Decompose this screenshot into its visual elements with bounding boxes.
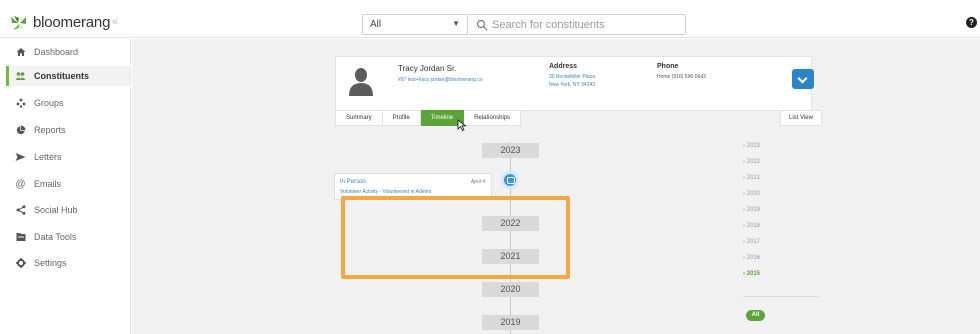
- send-icon: [15, 152, 26, 163]
- address-line-2[interactable]: New York, NY 34243: [549, 82, 595, 88]
- people-icon: [15, 71, 26, 82]
- avatar: [349, 68, 373, 96]
- sidebar-item-letters[interactable]: Letters: [6, 147, 130, 167]
- tab-profile[interactable]: Profile: [382, 110, 421, 126]
- share-icon: [15, 205, 26, 216]
- reports-icon: [15, 125, 26, 136]
- constituent-email[interactable]: #97 test+tracy.jordan@bloomerang.co: [398, 77, 483, 83]
- phone-number: Home (916) 596-0643: [657, 74, 706, 80]
- gear-icon: [15, 258, 26, 269]
- mouse-cursor-icon: [457, 119, 467, 131]
- address-label: Address: [549, 63, 578, 70]
- year-link-2022[interactable]: › 2022: [743, 159, 760, 165]
- timeline-year-2019: 2019: [482, 315, 539, 330]
- constituent-card: Tracy Jordan Sr. #97 test+tracy.jordan@b…: [335, 56, 814, 111]
- year-link-2018[interactable]: › 2018: [743, 223, 760, 229]
- sidebar-item-dashboard[interactable]: Dashboard: [6, 42, 130, 62]
- sidebar-item-social-hub[interactable]: Social Hub: [6, 200, 130, 220]
- timeline-year-2020: 2020: [482, 282, 539, 297]
- event-date: April 4: [470, 179, 485, 185]
- sidebar-item-label: Settings: [34, 258, 67, 268]
- year-link-2023[interactable]: › 2023: [743, 143, 760, 149]
- search-placeholder: Search for constituents: [492, 19, 605, 31]
- sidebar-item-label: Social Hub: [34, 205, 78, 215]
- event-chat-icon[interactable]: [501, 171, 519, 189]
- groups-icon: [15, 98, 26, 109]
- year-list-divider: [743, 296, 819, 297]
- sidebar-item-label: Letters: [34, 152, 62, 162]
- caret-down-icon: ▼: [452, 19, 460, 28]
- search-filter-select[interactable]: All ▼: [362, 14, 468, 35]
- sidebar-item-reports[interactable]: Reports: [6, 120, 130, 140]
- event-description: Volunteer Activity - Volunteered in Admi…: [340, 189, 431, 195]
- search-icon: [476, 19, 488, 31]
- tab-relationships[interactable]: Relationships: [464, 110, 522, 126]
- collapse-sidebar-icon[interactable]: «: [112, 16, 118, 28]
- year-link-2021[interactable]: › 2021: [743, 175, 760, 181]
- year-link-2019[interactable]: › 2019: [743, 207, 760, 213]
- at-icon: @: [15, 178, 26, 190]
- main-content: Tracy Jordan Sr. #97 test+tracy.jordan@b…: [132, 39, 980, 334]
- sidebar-item-constituents[interactable]: Constituents: [6, 66, 130, 86]
- profile-actions-dropdown-button[interactable]: [792, 69, 814, 89]
- constituent-tabs: Summary Profile Timeline Relationships: [335, 110, 522, 126]
- sidebar: Dashboard Constituents Groups Reports Le…: [0, 39, 131, 334]
- sidebar-item-label: Dashboard: [34, 47, 79, 57]
- sidebar-item-emails[interactable]: @ Emails: [6, 174, 130, 194]
- app-name: bloomerang: [33, 14, 111, 31]
- bloomerang-logo[interactable]: bloomerang: [10, 14, 110, 31]
- year-link-2020[interactable]: › 2020: [743, 191, 760, 197]
- all-years-button[interactable]: All: [746, 310, 765, 321]
- year-link-2016[interactable]: › 2016: [743, 255, 760, 261]
- data-tools-icon: [15, 232, 26, 243]
- bloomerang-logo-icon: [11, 15, 26, 30]
- sidebar-item-label: Emails: [34, 179, 62, 189]
- help-icon[interactable]: ?: [966, 17, 977, 28]
- year-link-2015[interactable]: › 2015: [743, 271, 760, 277]
- tab-summary[interactable]: Summary: [335, 110, 383, 126]
- event-title[interactable]: In Person: [340, 179, 366, 185]
- search-filter-value: All: [370, 19, 382, 30]
- constituent-name: Tracy Jordan Sr.: [398, 64, 457, 73]
- sidebar-item-label: Data Tools: [34, 232, 77, 242]
- address-line-1[interactable]: 30 Rockefeller Plaza: [549, 74, 595, 80]
- sidebar-item-label: Groups: [34, 98, 64, 108]
- search-input[interactable]: Search for constituents: [468, 14, 686, 35]
- year-link-2017[interactable]: › 2017: [743, 239, 760, 245]
- home-icon: [15, 47, 26, 58]
- sidebar-item-data-tools[interactable]: Data Tools: [6, 227, 130, 247]
- sidebar-item-settings[interactable]: Settings: [6, 253, 130, 273]
- list-view-button[interactable]: List View: [780, 110, 822, 126]
- highlight-annotation-box: [341, 196, 570, 279]
- year-jump-list: › 2023 › 2022 › 2021 › 2020 › 2019 › 201…: [743, 143, 815, 296]
- phone-label: Phone: [657, 63, 679, 70]
- top-bar: bloomerang « All ▼ Search for constituen…: [0, 6, 980, 38]
- timeline-year-2023: 2023: [482, 143, 539, 158]
- sidebar-item-label: Constituents: [34, 71, 89, 81]
- sidebar-item-label: Reports: [34, 125, 66, 135]
- sidebar-item-groups[interactable]: Groups: [6, 93, 130, 113]
